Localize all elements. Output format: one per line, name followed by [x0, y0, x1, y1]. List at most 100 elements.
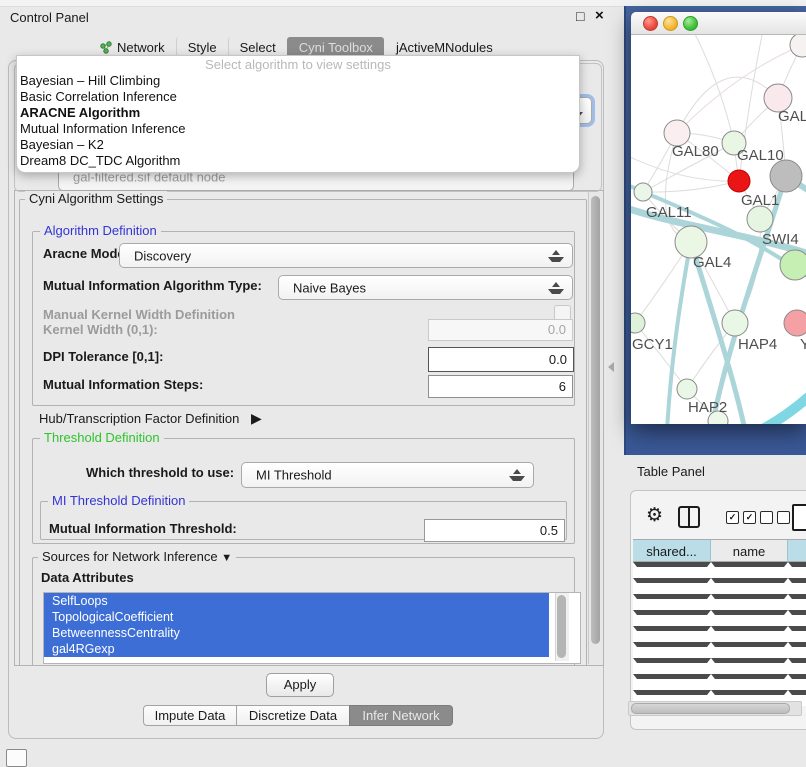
gear-icon[interactable]: ⚙: [646, 504, 663, 526]
attribute-item-topologicalcoefficient[interactable]: TopologicalCoefficient: [44, 609, 549, 625]
table-row[interactable]: YBR043CYBR043C: [633, 594, 806, 610]
window-minimize-button[interactable]: [663, 16, 678, 31]
algorithm-option-basic-correlation-inference[interactable]: Basic Correlation Inference: [17, 89, 579, 105]
table-row[interactable]: YLR345WYLR345W9.: [633, 674, 806, 690]
table-cell: YDR27...: [711, 578, 788, 583]
node-label-gal1: GAL1: [741, 192, 779, 209]
table-cell: 9.: [788, 610, 806, 615]
network-node-selected-node-red[interactable]: [728, 170, 750, 192]
attribute-item-betweennesscentrality[interactable]: BetweennessCentrality: [44, 625, 549, 641]
network-node-GAL11[interactable]: [634, 183, 652, 201]
aracne-mode-select[interactable]: Discovery: [119, 243, 573, 268]
bottom-tab-discretize-data[interactable]: Discretize Data: [236, 705, 350, 726]
network-node-GCY1[interactable]: [631, 313, 645, 333]
table-cell: 13: [788, 562, 806, 567]
checked-box-icon: ✓: [726, 511, 739, 524]
mi-threshold-field[interactable]: 0.5: [424, 519, 565, 542]
minimized-panel-icon[interactable]: [6, 749, 27, 767]
network-window-titlebar[interactable]: [631, 12, 806, 35]
data-attributes-list: SelfLoopsTopologicalCoefficientBetweenne…: [43, 592, 581, 664]
network-canvas[interactable]: GAL7GAL80GAL10GAL1GAL11GAL4GCY1HAP4YHAP2…: [631, 35, 806, 424]
network-node-HAP2[interactable]: [677, 379, 697, 399]
algorithm-option-bayesian-k2[interactable]: Bayesian – K2: [17, 137, 579, 153]
table-cell: YBR045C: [711, 642, 788, 647]
checked-box-icon: ✓: [743, 511, 756, 524]
attribute-list-scrollbar-thumb[interactable]: [557, 595, 566, 658]
hub-expander-label: Hub/Transcription Factor Definition: [39, 411, 239, 426]
column-header-name[interactable]: name: [711, 539, 788, 562]
sources-expander[interactable]: Sources for Network Inference ▼: [38, 549, 236, 564]
apply-button[interactable]: Apply: [266, 673, 334, 697]
window-zoom-button[interactable]: [683, 16, 698, 31]
mi-steps-field[interactable]: 6: [428, 375, 573, 398]
which-threshold-select[interactable]: MI Threshold: [241, 462, 534, 488]
attribute-item-selfloops[interactable]: SelfLoops: [44, 593, 549, 609]
table-header: shared...nameA: [633, 539, 806, 562]
deselect-all-icon[interactable]: [760, 511, 790, 524]
column-header-shared[interactable]: shared...: [633, 539, 711, 562]
table-cell: 9.: [788, 642, 806, 647]
dpi-tolerance-field[interactable]: 0.0: [428, 347, 574, 372]
network-node-node-green-right[interactable]: [780, 250, 806, 280]
expander-arrow-icon: ▶: [251, 410, 262, 426]
settings-scrollbar: [588, 192, 602, 664]
table-row[interactable]: YER054CYER054C8.: [633, 626, 806, 642]
bottom-tab-infer-network[interactable]: Infer Network: [349, 705, 453, 726]
table-cell: YBR045C: [633, 642, 711, 647]
table-scrollbar-thumb[interactable]: [631, 703, 790, 714]
mi-type-select[interactable]: Naive Bayes: [278, 275, 573, 300]
algorithm-definition-title: Algorithm Definition: [40, 223, 161, 238]
new-table-icon[interactable]: [792, 504, 806, 531]
table-cell: YPR145W: [711, 610, 788, 615]
node-label-gal11: GAL11: [646, 204, 692, 221]
network-node-HAP4[interactable]: [722, 310, 748, 336]
table-row[interactable]: YBR045CYBR045C9.: [633, 642, 806, 658]
table-row[interactable]: YPR145WYPR145W9.: [633, 610, 806, 626]
algorithm-option-mutual-information-inference[interactable]: Mutual Information Inference: [17, 121, 579, 137]
node-label-gal7: GAL7: [778, 108, 806, 125]
node-label-y: Y: [800, 336, 806, 353]
network-graph: GAL7GAL80GAL10GAL1GAL11GAL4GCY1HAP4YHAP2…: [631, 35, 806, 424]
splitter-collapse-icon[interactable]: [608, 362, 614, 372]
stepper-icon: [548, 282, 564, 294]
algorithm-option-bayesian-hill-climbing[interactable]: Bayesian – Hill Climbing: [17, 73, 579, 89]
mi-threshold-group-title: MI Threshold Definition: [48, 493, 189, 508]
table-cell: YIL052C: [633, 690, 711, 695]
column-header-a[interactable]: A: [788, 539, 806, 562]
select-all-icon[interactable]: ✓ ✓: [726, 511, 756, 524]
network-node-GAL1[interactable]: [747, 206, 773, 232]
float-panel-icon[interactable]: □: [576, 8, 584, 24]
settings-scrollbar-thumb[interactable]: [591, 196, 600, 644]
tab-label: Select: [240, 40, 276, 55]
mi-steps-label: Mutual Information Steps:: [43, 377, 203, 392]
algorithm-option-aracne-algorithm[interactable]: ARACNE Algorithm: [17, 105, 579, 121]
network-node-node-pink-right[interactable]: [784, 310, 806, 336]
network-node-node-top-right[interactable]: [790, 35, 806, 57]
algorithm-option-dream8-dc-tdc-algorithm[interactable]: Dream8 DC_TDC Algorithm: [17, 153, 579, 169]
table-row[interactable]: YDL19...YDL19...13: [633, 562, 806, 578]
table-cell: YDR27...: [633, 578, 711, 583]
table-cell: 12: [788, 578, 806, 583]
table-cell: YBL079W: [711, 658, 788, 663]
table-cell: YPR145W: [633, 610, 711, 615]
window-close-button[interactable]: [643, 16, 658, 31]
kernel-width-field: 0.0: [428, 319, 573, 341]
table-row[interactable]: YDR27...YDR27...12: [633, 578, 806, 594]
stepper-icon: [548, 250, 564, 262]
table-body: YDL19...YDL19...13YDR27...YDR27...12YBR0…: [633, 562, 806, 706]
table-row[interactable]: YBL079WYBL079W: [633, 658, 806, 674]
network-node-node-gray[interactable]: [770, 160, 802, 192]
close-panel-icon[interactable]: ×: [595, 7, 604, 24]
manual-kernel-label: Manual Kernel Width Definition: [43, 307, 235, 322]
stepper-icon: [509, 469, 525, 481]
aracne-mode-label: Aracne Mode:: [43, 246, 129, 261]
hub-expander[interactable]: Hub/Transcription Factor Definition ▶: [39, 410, 262, 427]
tab-label: Network: [117, 40, 165, 55]
table-cell: YBL079W: [633, 658, 711, 663]
split-columns-icon[interactable]: [678, 506, 700, 528]
control-panel-title: Control Panel: [10, 10, 89, 25]
bottom-tab-impute-data[interactable]: Impute Data: [143, 705, 237, 726]
algorithm-dropdown-popup: Select algorithm to view settings Bayesi…: [16, 55, 580, 173]
network-edge: [751, 393, 806, 424]
attribute-item-gal4rgexp[interactable]: gal4RGexp: [44, 641, 549, 657]
